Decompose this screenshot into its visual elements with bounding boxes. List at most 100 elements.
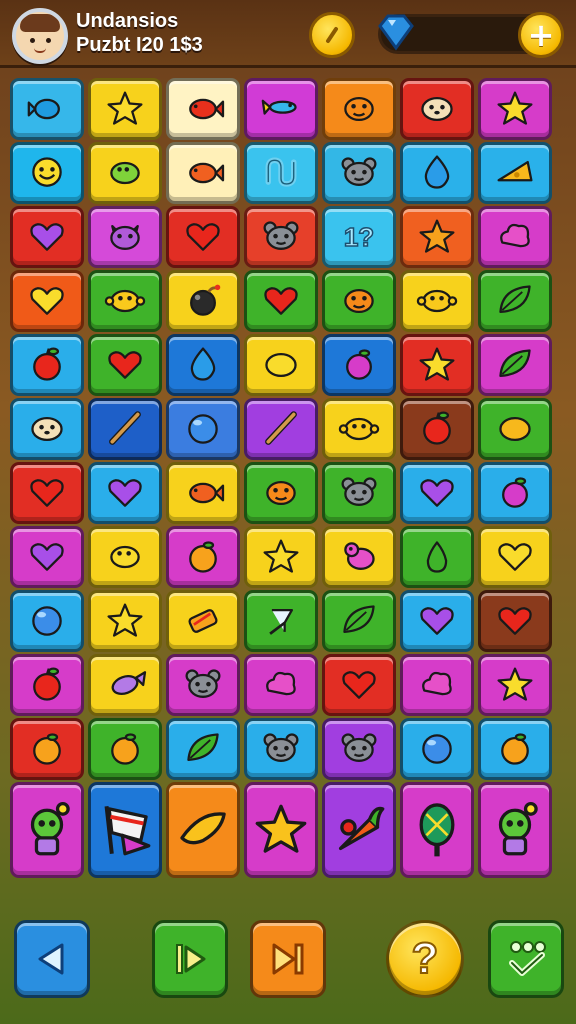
tile-r8-c7[interactable] (478, 526, 552, 588)
tile-r4-c6[interactable] (400, 270, 474, 332)
tile-r11-c2[interactable] (88, 718, 162, 780)
tile-r7-c4[interactable] (244, 462, 318, 524)
tile-r7-c7[interactable] (478, 462, 552, 524)
back-button[interactable] (14, 920, 90, 998)
coin-icon[interactable] (309, 12, 355, 58)
tile-r9-c3[interactable] (166, 590, 240, 652)
tile-r12-c6[interactable] (400, 782, 474, 878)
tile-r7-c1[interactable] (10, 462, 84, 524)
tile-r2-c1[interactable] (10, 142, 84, 204)
tile-r11-c4[interactable] (244, 718, 318, 780)
tile-r9-c2[interactable] (88, 590, 162, 652)
tile-r5-c7[interactable] (478, 334, 552, 396)
tile-r6-c1[interactable] (10, 398, 84, 460)
tile-r3-c5[interactable]: 1? (322, 206, 396, 268)
tile-r12-c5[interactable] (322, 782, 396, 878)
tile-r6-c3[interactable] (166, 398, 240, 460)
tile-r12-c2[interactable] (88, 782, 162, 878)
tile-r5-c4[interactable] (244, 334, 318, 396)
tile-r7-c2[interactable] (88, 462, 162, 524)
purple-heart-icon (30, 223, 64, 251)
play-icon (176, 944, 206, 974)
tile-r12-c3[interactable] (166, 782, 240, 878)
tile-r8-c5[interactable] (322, 526, 396, 588)
tile-r6-c7[interactable] (478, 398, 552, 460)
tile-r10-c2[interactable] (88, 654, 162, 716)
tile-r8-c4[interactable] (244, 526, 318, 588)
tile-r4-c5[interactable] (322, 270, 396, 332)
tile-r4-c1[interactable] (10, 270, 84, 332)
confirm-button[interactable] (488, 920, 564, 998)
tile-r1-c6[interactable] (400, 78, 474, 140)
tile-r8-c6[interactable] (400, 526, 474, 588)
tile-r11-c3[interactable] (166, 718, 240, 780)
tile-r8-c3[interactable] (166, 526, 240, 588)
tile-r1-c5[interactable] (322, 78, 396, 140)
tile-r11-c6[interactable] (400, 718, 474, 780)
tile-r9-c4[interactable] (244, 590, 318, 652)
tile-r4-c7[interactable] (478, 270, 552, 332)
tile-r5-c1[interactable] (10, 334, 84, 396)
cheese-icon (497, 160, 533, 182)
tile-r12-c1[interactable] (10, 782, 84, 878)
tile-r4-c2[interactable] (88, 270, 162, 332)
tile-r2-c7[interactable] (478, 142, 552, 204)
tile-r11-c1[interactable] (10, 718, 84, 780)
add-gems-button[interactable]: + (518, 12, 564, 58)
tile-r2-c3[interactable] (166, 142, 240, 204)
tile-r5-c3[interactable] (166, 334, 240, 396)
tile-r10-c5[interactable] (322, 654, 396, 716)
tile-r8-c2[interactable] (88, 526, 162, 588)
tile-r9-c7[interactable] (478, 590, 552, 652)
tile-r2-c6[interactable] (400, 142, 474, 204)
stick-icon (109, 411, 141, 445)
green-leaf-icon (187, 733, 219, 762)
tile-r5-c2[interactable] (88, 334, 162, 396)
tile-r5-c5[interactable] (322, 334, 396, 396)
tile-r5-c6[interactable] (400, 334, 474, 396)
tile-r3-c6[interactable] (400, 206, 474, 268)
tile-r4-c4[interactable] (244, 270, 318, 332)
tile-r10-c6[interactable] (400, 654, 474, 716)
tile-r1-c2[interactable] (88, 78, 162, 140)
tile-r9-c6[interactable] (400, 590, 474, 652)
tile-r11-c5[interactable] (322, 718, 396, 780)
tile-r10-c4[interactable] (244, 654, 318, 716)
tile-r10-c1[interactable] (10, 654, 84, 716)
tile-r1-c4[interactable] (244, 78, 318, 140)
tile-r7-c5[interactable] (322, 462, 396, 524)
tile-r7-c3[interactable] (166, 462, 240, 524)
tile-r3-c4[interactable] (244, 206, 318, 268)
tile-r1-c3[interactable] (166, 78, 240, 140)
tile-r12-c4[interactable] (244, 782, 318, 878)
tile-r3-c3[interactable] (166, 206, 240, 268)
tile-r12-c7[interactable] (478, 782, 552, 878)
tile-r6-c6[interactable] (400, 398, 474, 460)
tile-r9-c5[interactable] (322, 590, 396, 652)
tile-r6-c4[interactable] (244, 398, 318, 460)
tile-r11-c7[interactable] (478, 718, 552, 780)
tile-r10-c7[interactable] (478, 654, 552, 716)
tile-r7-c6[interactable] (400, 462, 474, 524)
pink-berry-icon (346, 349, 372, 380)
tile-r2-c2[interactable] (88, 142, 162, 204)
tile-r9-c1[interactable] (10, 590, 84, 652)
tile-r6-c2[interactable] (88, 398, 162, 460)
tile-r4-c3[interactable] (166, 270, 240, 332)
tile-r3-c1[interactable] (10, 206, 84, 268)
tile-r2-c5[interactable] (322, 142, 396, 204)
orange-fruit-icon (111, 733, 139, 765)
tile-r3-c2[interactable] (88, 206, 162, 268)
skip-button[interactable] (250, 920, 326, 998)
tile-r1-c7[interactable] (478, 78, 552, 140)
tile-r6-c5[interactable] (322, 398, 396, 460)
play-button[interactable] (152, 920, 228, 998)
player-avatar[interactable] (12, 8, 68, 64)
tile-r2-c4[interactable] (244, 142, 318, 204)
tile-r3-c7[interactable] (478, 206, 552, 268)
tile-r10-c3[interactable] (166, 654, 240, 716)
tile-r8-c1[interactable] (10, 526, 84, 588)
cream-cat-icon (421, 96, 453, 122)
help-button[interactable]: ? (386, 920, 464, 998)
tile-r1-c1[interactable] (10, 78, 84, 140)
